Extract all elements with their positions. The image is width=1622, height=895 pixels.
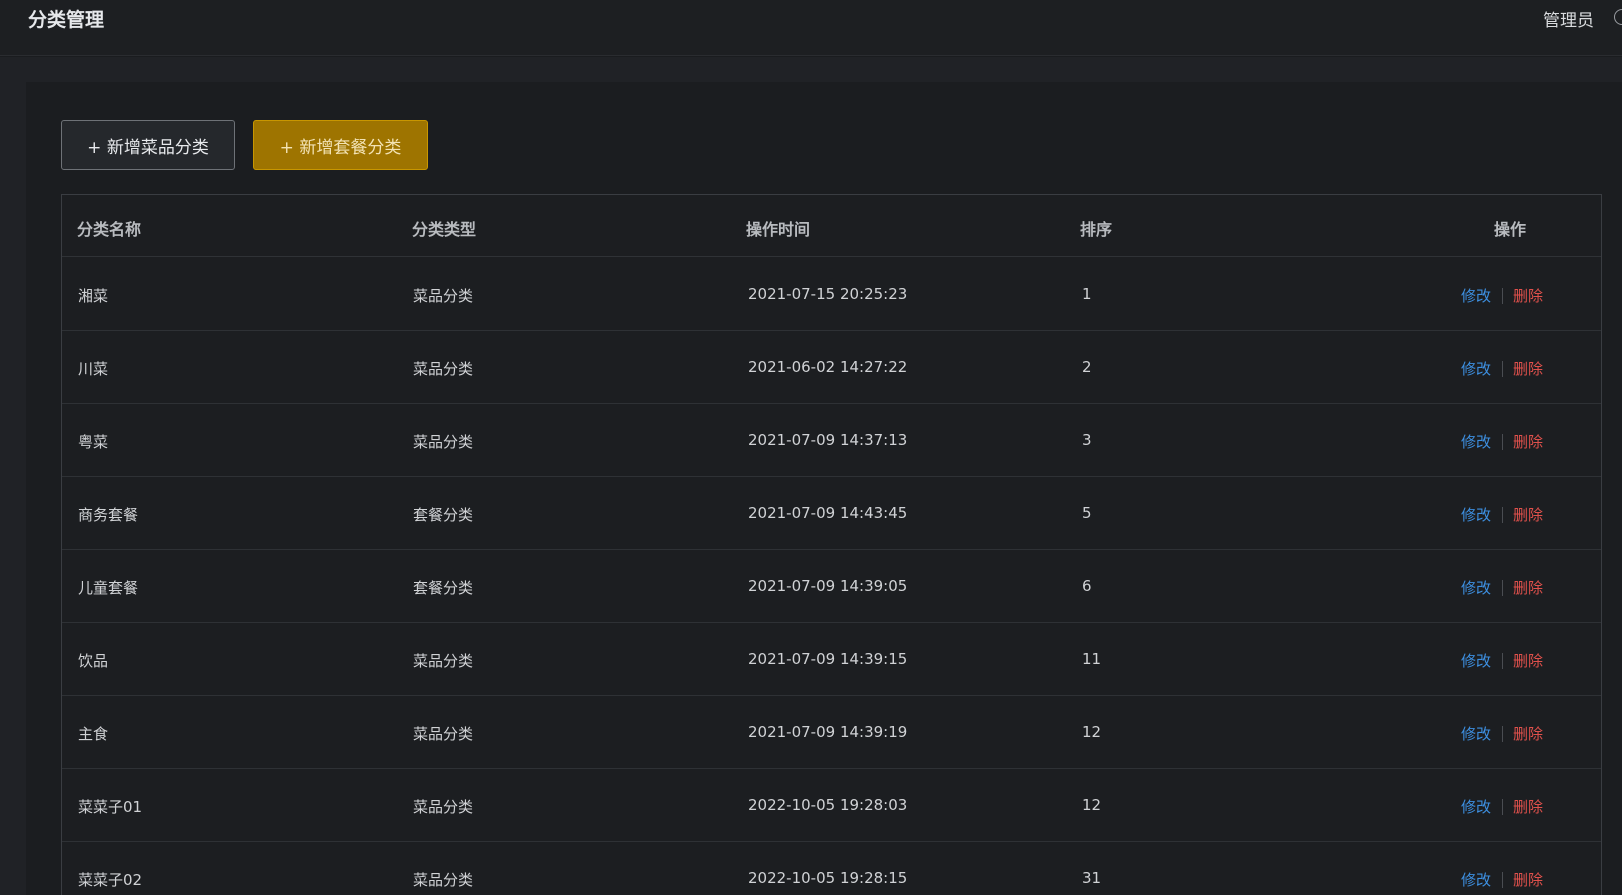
operation-time: 2021-07-09 14:39:05 [748, 577, 908, 595]
category-name: 川菜 [78, 360, 109, 378]
category-type: 套餐分类 [413, 506, 474, 524]
category-table: 分类名称 分类类型 操作时间 排序 操作 湘菜 菜品分类 2021-07-15 … [61, 194, 1602, 895]
category-type: 菜品分类 [413, 798, 474, 816]
category-name: 菜菜子01 [78, 798, 143, 816]
category-type: 菜品分类 [413, 652, 474, 670]
sort-order: 3 [1082, 431, 1092, 449]
delete-link[interactable]: 删除 [1513, 431, 1543, 452]
action-divider [1502, 799, 1503, 815]
sort-order: 11 [1082, 650, 1102, 668]
delete-link[interactable]: 删除 [1513, 358, 1543, 379]
category-name: 儿童套餐 [78, 579, 139, 597]
table-row: 粤菜 菜品分类 2021-07-09 14:37:13 3 修改 删除 [62, 404, 1601, 477]
edit-link[interactable]: 修改 [1461, 796, 1491, 817]
operation-time: 2022-10-05 19:28:15 [748, 869, 908, 887]
operation-time: 2021-07-09 14:39:19 [748, 723, 908, 741]
category-type: 套餐分类 [413, 579, 474, 597]
delete-link[interactable]: 删除 [1513, 504, 1543, 525]
edit-link[interactable]: 修改 [1461, 577, 1491, 598]
delete-link[interactable]: 删除 [1513, 796, 1543, 817]
sort-order: 2 [1082, 358, 1092, 376]
column-header-type: 分类类型 [412, 220, 477, 239]
action-divider [1502, 361, 1503, 377]
edit-link[interactable]: 修改 [1461, 504, 1491, 525]
category-type: 菜品分类 [413, 360, 474, 378]
category-name: 主食 [78, 725, 109, 743]
action-divider [1502, 580, 1503, 596]
operation-time: 2021-07-09 14:39:15 [748, 650, 908, 668]
sort-order: 12 [1082, 723, 1102, 741]
category-name: 菜菜子02 [78, 871, 143, 889]
sort-order: 12 [1082, 796, 1102, 814]
table-row: 湘菜 菜品分类 2021-07-15 20:25:23 1 修改 删除 [62, 258, 1601, 331]
category-type: 菜品分类 [413, 871, 474, 889]
delete-link[interactable]: 删除 [1513, 577, 1543, 598]
category-type: 菜品分类 [413, 725, 474, 743]
action-divider [1502, 653, 1503, 669]
column-header-time: 操作时间 [746, 220, 811, 239]
category-type: 菜品分类 [413, 433, 474, 451]
edit-link[interactable]: 修改 [1461, 358, 1491, 379]
user-avatar-icon[interactable] [1614, 9, 1622, 25]
table-row: 川菜 菜品分类 2021-06-02 14:27:22 2 修改 删除 [62, 331, 1601, 404]
add-combo-category-button[interactable]: + 新增套餐分类 [253, 120, 428, 170]
sort-order: 31 [1082, 869, 1102, 887]
table-row: 主食 菜品分类 2021-07-09 14:39:19 12 修改 删除 [62, 696, 1601, 769]
page-title: 分类管理 [28, 9, 105, 31]
sort-order: 6 [1082, 577, 1092, 595]
table-row: 儿童套餐 套餐分类 2021-07-09 14:39:05 6 修改 删除 [62, 550, 1601, 623]
action-divider [1502, 288, 1503, 304]
action-divider [1502, 507, 1503, 523]
sort-order: 1 [1082, 285, 1092, 303]
category-name: 粤菜 [78, 433, 109, 451]
category-type: 菜品分类 [413, 287, 474, 305]
table-header: 分类名称 分类类型 操作时间 排序 操作 [62, 195, 1601, 257]
edit-link[interactable]: 修改 [1461, 650, 1491, 671]
edit-link[interactable]: 修改 [1461, 285, 1491, 306]
operation-time: 2021-07-09 14:43:45 [748, 504, 908, 522]
operation-time: 2021-07-15 20:25:23 [748, 285, 908, 303]
operation-time: 2021-06-02 14:27:22 [748, 358, 908, 376]
table-row: 菜菜子01 菜品分类 2022-10-05 19:28:03 12 修改 删除 [62, 769, 1601, 842]
user-menu[interactable]: 管理员 [1543, 6, 1594, 31]
action-divider [1502, 726, 1503, 742]
delete-link[interactable]: 删除 [1513, 285, 1543, 306]
category-name: 饮品 [78, 652, 109, 670]
edit-link[interactable]: 修改 [1461, 723, 1491, 744]
edit-link[interactable]: 修改 [1461, 431, 1491, 452]
action-divider [1502, 872, 1503, 888]
table-row: 菜菜子02 菜品分类 2022-10-05 19:28:15 31 修改 删除 [62, 842, 1601, 895]
edit-link[interactable]: 修改 [1461, 869, 1491, 890]
column-header-name: 分类名称 [77, 220, 142, 239]
operation-time: 2022-10-05 19:28:03 [748, 796, 908, 814]
top-bar: 分类管理 管理员 [0, 0, 1622, 56]
delete-link[interactable]: 删除 [1513, 869, 1543, 890]
sort-order: 5 [1082, 504, 1092, 522]
category-name: 湘菜 [78, 287, 109, 305]
table-row: 商务套餐 套餐分类 2021-07-09 14:43:45 5 修改 删除 [62, 477, 1601, 550]
delete-link[interactable]: 删除 [1513, 650, 1543, 671]
table-row: 饮品 菜品分类 2021-07-09 14:39:15 11 修改 删除 [62, 623, 1601, 696]
column-header-actions: 操作 [1494, 220, 1527, 239]
delete-link[interactable]: 删除 [1513, 723, 1543, 744]
category-name: 商务套餐 [78, 506, 139, 524]
add-dish-category-button[interactable]: + 新增菜品分类 [61, 120, 235, 170]
action-divider [1502, 434, 1503, 450]
operation-time: 2021-07-09 14:37:13 [748, 431, 908, 449]
column-header-sort: 排序 [1080, 220, 1113, 239]
